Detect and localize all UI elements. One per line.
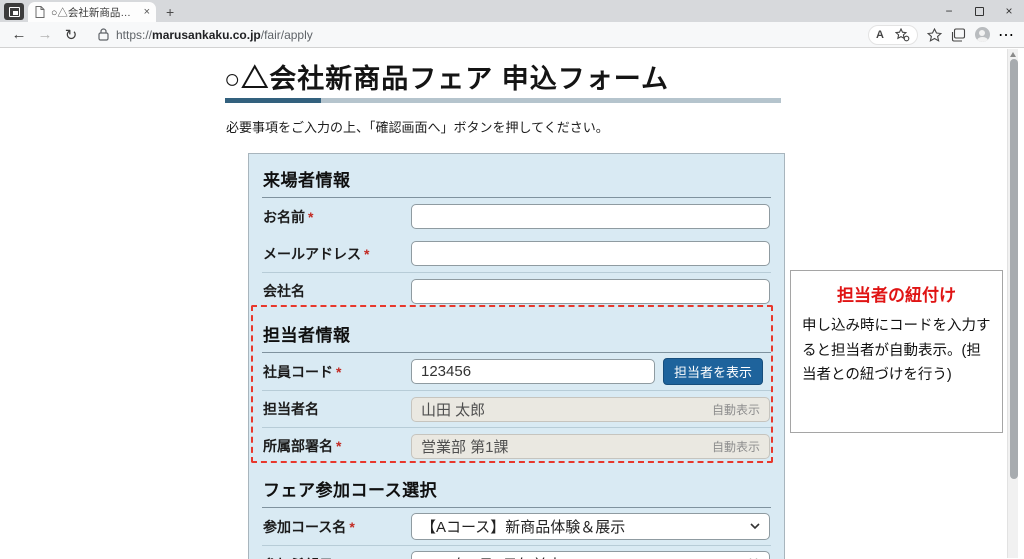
page-favicon-icon (34, 1, 46, 23)
browser-tab[interactable]: ○△会社新商品フェア × (28, 2, 156, 22)
staff-name-row: 担当者名 山田 太郎 自動表示 (262, 390, 771, 427)
required-mark: * (336, 438, 341, 454)
email-row: メールアドレス* (262, 235, 771, 272)
annotation-note: 担当者の紐付け 申し込み時にコードを入力すると担当者が自動表示。(担当者との紐づ… (790, 270, 1003, 433)
department-row: 所属部署名* 営業部 第1課 自動表示 (262, 427, 771, 464)
email-label: メールアドレス* (263, 244, 411, 264)
page-title: ○△会社新商品フェア 申込フォーム (224, 57, 669, 96)
employee-code-row: 社員コード* 担当者を表示 (262, 353, 771, 390)
department-value: 営業部 第1課 (421, 436, 712, 457)
show-staff-button[interactable]: 担当者を表示 (663, 358, 763, 385)
name-row: お名前* (262, 198, 771, 235)
date-input[interactable]: 2026年○月○日午前中 (411, 551, 770, 559)
name-label: お名前* (263, 207, 411, 227)
window-close-button[interactable]: × (994, 0, 1024, 22)
date-label: 参加希望日* (263, 555, 411, 559)
employee-code-label: 社員コード* (263, 362, 411, 382)
email-input[interactable] (411, 241, 770, 266)
url-scheme: https:// (116, 28, 152, 42)
page-scrollbar[interactable] (1007, 49, 1018, 558)
title-underline (225, 98, 781, 103)
auto-display-badge: 自動表示 (712, 438, 760, 455)
reload-button[interactable]: ↻ (58, 26, 84, 44)
scrollbar-up-arrow[interactable] (1010, 52, 1016, 57)
visitor-section: 来場者情報 お名前* メールアドレス* 会社名 (262, 154, 771, 309)
department-label: 所属部署名* (263, 436, 411, 456)
staff-name-readonly-field: 山田 太郎 自動表示 (411, 397, 770, 422)
tab-close-icon[interactable]: × (144, 7, 150, 18)
course-section-heading: フェア参加コース選択 (262, 464, 771, 508)
required-mark: * (308, 209, 313, 225)
course-name-label: 参加コース名* (263, 517, 411, 537)
chevron-down-icon (750, 523, 760, 530)
address-bar-actions: A (868, 25, 918, 45)
visitor-section-heading: 来場者情報 (262, 154, 771, 198)
employee-code-input[interactable] (411, 359, 655, 384)
tab-strip: ○△会社新商品フェア × + − × (0, 0, 1024, 22)
scrollbar-thumb[interactable] (1010, 59, 1018, 479)
forward-button[interactable]: → (32, 26, 58, 43)
url-path: /fair/apply (261, 28, 313, 42)
course-section: フェア参加コース選択 参加コース名* 【Aコース】新商品体験＆展示 参加希望日* (262, 464, 771, 559)
lock-icon (96, 24, 110, 46)
form-instruction: 必要事項をご入力の上、「確認画面へ」ボタンを押してください。 (226, 117, 609, 136)
application-form: 来場者情報 お名前* メールアドレス* 会社名 担当者情報 (248, 153, 785, 559)
annotation-title: 担当者の紐付け (802, 281, 991, 306)
staff-name-value: 山田 太郎 (421, 399, 712, 420)
browser-toolbar: ← → ↻ https://marusankaku.co.jp/fair/app… (0, 22, 1024, 48)
window-controls: − × (934, 0, 1024, 22)
department-readonly-field: 営業部 第1課 自動表示 (411, 434, 770, 459)
settings-menu-icon[interactable]: ⋯ (994, 24, 1018, 46)
url-domain: marusankaku.co.jp (152, 28, 261, 42)
tab-actions-menu-icon[interactable] (4, 3, 24, 20)
maximize-button[interactable] (964, 0, 994, 22)
browser-window: ○△会社新商品フェア × + − × ← → ↻ https://marusan… (0, 0, 1024, 559)
name-input[interactable] (411, 204, 770, 229)
read-aloud-icon[interactable]: A (876, 29, 884, 41)
profile-avatar[interactable] (970, 24, 994, 46)
collections-icon[interactable] (946, 24, 970, 46)
required-mark: * (349, 519, 354, 535)
auto-display-badge: 自動表示 (712, 401, 760, 418)
back-button[interactable]: ← (6, 26, 32, 43)
course-select-value: 【Aコース】新商品体験＆展示 (421, 516, 750, 537)
date-row: 参加希望日* 2026年○月○日午前中 (262, 545, 771, 559)
new-tab-button[interactable]: + (166, 5, 174, 19)
tab-title: ○△会社新商品フェア (51, 5, 139, 20)
required-mark: * (336, 364, 341, 380)
company-row: 会社名 (262, 272, 771, 309)
staff-section-heading: 担当者情報 (262, 309, 771, 353)
favorites-hub-icon[interactable] (922, 24, 946, 46)
course-name-row: 参加コース名* 【Aコース】新商品体験＆展示 (262, 508, 771, 545)
minimize-button[interactable]: − (934, 0, 964, 22)
annotation-body: 申し込み時にコードを入力すると担当者が自動表示。(担当者との紐づけを行う) (802, 314, 991, 388)
url-text: https://marusankaku.co.jp/fair/apply (116, 28, 313, 42)
required-mark: * (364, 246, 369, 262)
address-bar[interactable]: https://marusankaku.co.jp/fair/apply (96, 24, 868, 46)
company-input[interactable] (411, 279, 770, 304)
date-value: 2026年○月○日午前中 (421, 554, 747, 559)
company-label: 会社名 (263, 281, 411, 301)
web-page: ○△会社新商品フェア 申込フォーム 必要事項をご入力の上、「確認画面へ」ボタンを… (0, 48, 1024, 559)
favorites-star-gear-icon[interactable] (894, 24, 910, 46)
staff-name-label: 担当者名 (263, 399, 411, 419)
course-select[interactable]: 【Aコース】新商品体験＆展示 (411, 513, 770, 540)
staff-section: 担当者情報 社員コード* 担当者を表示 担当者名 山田 太郎 自動表示 (262, 309, 771, 464)
